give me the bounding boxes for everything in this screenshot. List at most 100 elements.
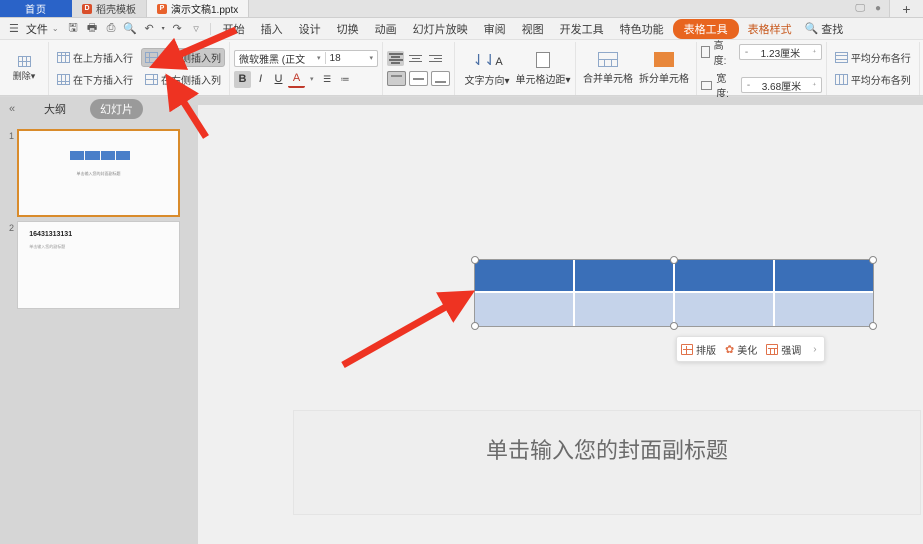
cell-margin-button[interactable]: 单元格边距▾ (515, 44, 571, 94)
font-size-input[interactable]: 18 (326, 53, 366, 64)
resize-handle-bottom-left[interactable] (471, 322, 479, 330)
sidebar-tab-slides[interactable]: 幻灯片 (90, 99, 143, 119)
underline-button[interactable]: U (270, 71, 287, 88)
tab-home[interactable]: 首页 (0, 0, 72, 17)
beautify-button[interactable]: ✿ 美化 (725, 342, 757, 357)
font-name-caret-icon[interactable]: ▾ (313, 54, 325, 62)
collapse-sidebar-button[interactable]: « (4, 103, 20, 115)
tab-slideshow[interactable]: 幻灯片放映 (406, 19, 475, 39)
ribbon-group-align (382, 42, 454, 95)
tab-insert[interactable]: 插入 (254, 19, 290, 39)
align-left-button[interactable] (387, 51, 405, 66)
tab-start[interactable]: 开始 (216, 19, 252, 39)
tab-document-pptx[interactable]: P 演示文稿1.pptx (147, 0, 250, 17)
search-button[interactable]: 🔍 查找 (805, 21, 844, 37)
emphasize-button[interactable]: 强调 (766, 342, 801, 357)
table-cell[interactable] (575, 260, 675, 291)
docer-icon: D (82, 3, 92, 14)
tab-developer-tools[interactable]: 开发工具 (553, 19, 611, 39)
tab-review[interactable]: 审阅 (477, 19, 513, 39)
workspace: « 大纲 幻灯片 1 单击输入您的封面副标题 2 16431313131 单击输… (0, 97, 923, 544)
slide-thumbnail-1[interactable]: 单击输入您的封面副标题 (17, 129, 180, 217)
slide-thumbnail-2[interactable]: 16431313131 单击输入您的副标题 (17, 221, 180, 309)
distribute-rows-button[interactable]: 平均分布各行 (831, 48, 915, 67)
height-value[interactable]: 1.23厘米 (753, 45, 808, 60)
find-replace-icon[interactable]: 🔍 (122, 20, 139, 37)
undo-icon[interactable]: ↶ (141, 20, 158, 37)
sidebar-tab-outline[interactable]: 大纲 (34, 99, 76, 119)
file-menu-button[interactable]: 文件 (24, 21, 50, 37)
slide-thumbnail-item[interactable]: 1 单击输入您的封面副标题 (0, 125, 190, 217)
height-stepper[interactable]: - 1.23厘米 ⁺ (739, 44, 822, 60)
table-cell[interactable] (675, 293, 775, 326)
new-tab-button[interactable]: + (889, 0, 923, 17)
record-dot-icon[interactable]: ● (875, 3, 881, 14)
tab-animation[interactable]: 动画 (368, 19, 404, 39)
table-cell[interactable] (775, 293, 873, 326)
slide-thumbnail-item[interactable]: 2 16431313131 单击输入您的副标题 (0, 217, 190, 309)
save-icon[interactable]: 🖫 (65, 20, 82, 37)
insert-column-left-button[interactable]: 在左侧插入列 (141, 48, 225, 67)
italic-button[interactable]: I (252, 71, 269, 88)
print-preview-icon[interactable]: 🖶 (84, 20, 101, 37)
text-direction-button[interactable]: ⇃⇃A 文字方向▾ (459, 44, 515, 94)
hamburger-icon[interactable]: ☰ (6, 22, 22, 35)
table-cell[interactable] (675, 260, 775, 291)
bullet-list-icon[interactable]: ☰ (319, 71, 336, 88)
comment-icon[interactable]: 🖵 (855, 3, 865, 14)
align-bottom-button[interactable] (431, 71, 451, 86)
tab-special-features[interactable]: 特色功能 (613, 19, 671, 39)
align-right-button[interactable] (427, 51, 444, 66)
width-value[interactable]: 3.68厘米 (755, 78, 808, 93)
font-size-caret-icon[interactable]: ▾ (366, 54, 378, 62)
font-name-input[interactable]: 微软雅黑 (正文 (235, 51, 313, 66)
width-stepper[interactable]: - 3.68厘米 ⁺ (741, 77, 822, 93)
numbered-list-icon[interactable]: ≔ (337, 71, 354, 88)
tab-docer-template[interactable]: D 稻壳模板 (72, 0, 147, 17)
align-top-button[interactable] (387, 71, 407, 86)
slide-editor[interactable]: 排版 ✿ 美化 强调 › 单击输入您的封面副标题 (198, 105, 923, 544)
font-color-button[interactable]: A (288, 71, 305, 88)
resize-handle-top-right[interactable] (869, 256, 877, 264)
resize-handle-bottom-center[interactable] (670, 322, 678, 330)
tab-design[interactable]: 设计 (292, 19, 328, 39)
bold-button[interactable]: B (234, 70, 251, 88)
chevron-down-icon[interactable]: ⌄ (52, 24, 63, 33)
chevron-right-icon[interactable]: › (810, 344, 819, 355)
distribute-columns-button[interactable]: 平均分布各列 (831, 70, 915, 89)
align-center-button[interactable] (407, 51, 424, 66)
table-cell[interactable] (575, 293, 675, 326)
customize-toolbar-icon[interactable]: ▽ (188, 20, 205, 37)
resize-handle-top-left[interactable] (471, 256, 479, 264)
tab-table-tools[interactable]: 表格工具 (672, 18, 739, 39)
insert-column-right-button[interactable]: 在右侧插入列 (141, 70, 225, 89)
slide-table[interactable] (471, 256, 877, 330)
undo-caret-icon[interactable]: ▾ (160, 20, 167, 37)
align-middle-button[interactable] (409, 71, 429, 86)
delete-button[interactable]: 删除▾ (4, 44, 44, 94)
table-cell[interactable] (475, 293, 575, 326)
resize-handle-top-center[interactable] (670, 256, 678, 264)
height-decrement-button[interactable]: - (740, 47, 753, 58)
split-cells-button[interactable]: 拆分单元格 (636, 44, 692, 94)
tab-view[interactable]: 视图 (515, 19, 551, 39)
merge-cells-button[interactable]: 合并单元格 (580, 44, 636, 94)
resize-handle-bottom-right[interactable] (869, 322, 877, 330)
subtitle-placeholder[interactable]: 单击输入您的封面副标题 (293, 410, 921, 515)
insert-row-above-label: 在上方插入行 (73, 54, 133, 65)
table-row[interactable] (475, 260, 873, 293)
print-icon[interactable]: ⎙ (103, 20, 120, 37)
insert-row-below-button[interactable]: 在下方插入行 (53, 70, 137, 89)
layout-button[interactable]: 排版 (681, 342, 716, 357)
insert-row-above-button[interactable]: 在上方插入行 (53, 48, 137, 67)
width-decrement-button[interactable]: - (742, 80, 755, 91)
height-increment-button[interactable]: ⁺ (808, 48, 821, 57)
slide-thumbnail-list[interactable]: 1 单击输入您的封面副标题 2 16431313131 单击输入您的副标题 (0, 121, 190, 544)
width-increment-button[interactable]: ⁺ (808, 81, 821, 90)
redo-icon[interactable]: ↷ (169, 20, 186, 37)
table-cell[interactable] (475, 260, 575, 291)
font-color-caret-icon[interactable]: ▾ (306, 75, 318, 83)
tab-table-style[interactable]: 表格样式 (741, 19, 799, 39)
table-cell[interactable] (775, 260, 873, 291)
tab-transition[interactable]: 切换 (330, 19, 366, 39)
